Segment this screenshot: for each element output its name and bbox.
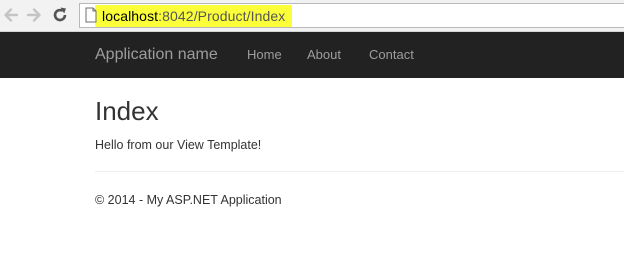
nav-link-home[interactable]: Home [247, 47, 282, 63]
footer-text: © 2014 - My ASP.NET Application [95, 193, 282, 207]
back-arrow-icon[interactable] [2, 6, 20, 24]
page-title: Index [95, 96, 159, 126]
address-bar[interactable]: localhost:8042/Product/Index [79, 3, 624, 28]
browser-toolbar: localhost:8042/Product/Index [0, 0, 624, 32]
url-path: :8042/Product/Index [158, 8, 286, 24]
body-message: Hello from our View Template! [95, 138, 262, 152]
site-navbar: Application name Home About Contact [0, 32, 624, 78]
page-icon [85, 7, 97, 23]
forward-arrow-icon[interactable] [25, 6, 43, 24]
footer-divider [95, 171, 624, 172]
reload-icon[interactable] [51, 6, 69, 24]
url-text: localhost:8042/Product/Index [102, 8, 285, 24]
brand-link[interactable]: Application name [95, 45, 218, 65]
url-host: localhost [102, 8, 159, 24]
nav-link-about[interactable]: About [307, 47, 341, 63]
nav-link-contact[interactable]: Contact [369, 47, 414, 63]
